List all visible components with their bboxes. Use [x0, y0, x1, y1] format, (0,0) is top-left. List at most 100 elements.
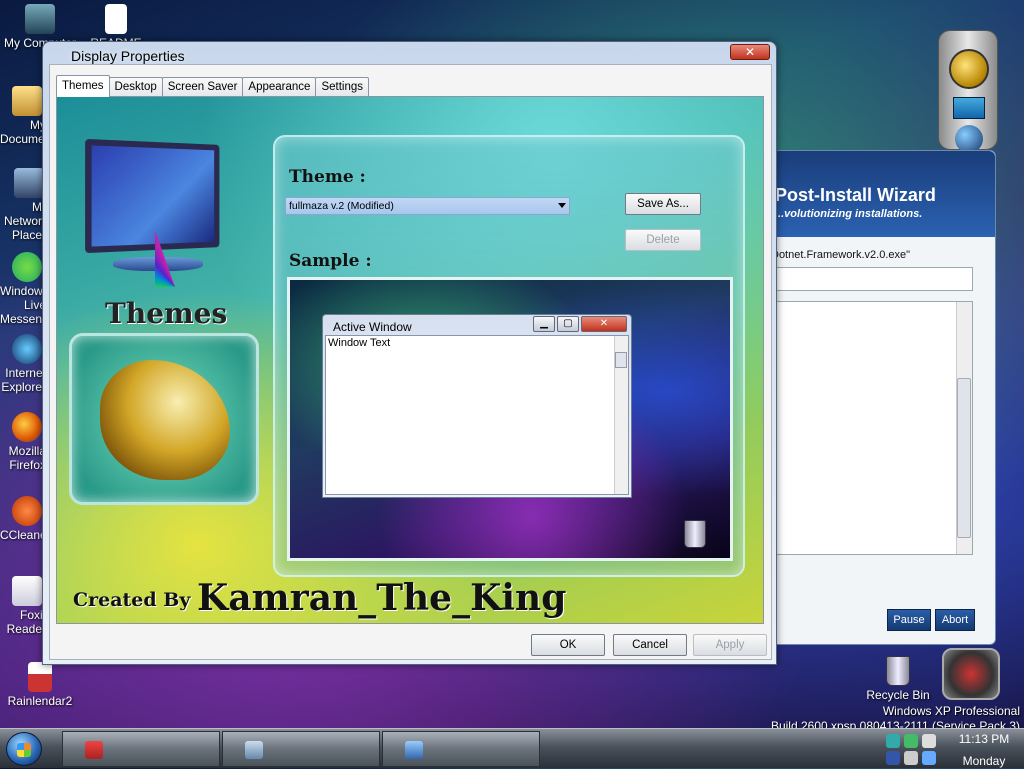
foxit-reader-icon — [12, 576, 42, 606]
folder-icon — [12, 86, 42, 116]
taskbar-clock[interactable]: 11:13 PM Monday — [946, 731, 1022, 768]
theme-sample-preview: Active Window ▁ ▢ ✕ Window Text — [287, 277, 733, 561]
desktop-icon-firefox[interactable]: Mozilla Firefox — [0, 412, 46, 472]
sample-window-title: Active Window — [333, 320, 412, 334]
firefox-icon — [12, 412, 42, 442]
sample-window-text-area: Window Text — [325, 335, 629, 495]
taskbar-button-app-1[interactable] — [62, 731, 220, 767]
recycle-bin-icon — [684, 520, 706, 548]
desktop-icon-network-places[interactable]: My Network Places — [0, 168, 48, 242]
desktop-icon-internet-explorer[interactable]: Internet Explorer — [0, 334, 46, 394]
tab-desktop[interactable]: Desktop — [108, 77, 163, 97]
volume-icon[interactable] — [922, 734, 936, 748]
wizard-header: Post-Install Wizard ...volutionizing ins… — [741, 151, 995, 237]
sample-scrollbar — [614, 336, 628, 494]
credit-name: Kamran_The_King — [197, 577, 567, 619]
desktop-icon-label: My Documents — [0, 118, 46, 146]
close-button[interactable]: ✕ — [730, 44, 770, 60]
tray-app-icon[interactable] — [904, 734, 918, 748]
eagle-logo-panel — [69, 333, 259, 505]
computer-icon — [25, 4, 55, 34]
credit-prefix: Created By — [73, 589, 191, 611]
tray-app-icon[interactable] — [904, 751, 918, 765]
save-as-button[interactable]: Save As... — [625, 193, 701, 215]
apply-button[interactable]: Apply — [693, 634, 767, 656]
desktop-icon-live-messenger[interactable]: Windows Live Messenger — [0, 252, 46, 326]
toolbox-icon — [85, 741, 103, 759]
wizard-subtitle: ...volutionizing installations. — [775, 208, 923, 220]
desktop-icon-my-documents[interactable]: My Documents — [0, 86, 46, 146]
desktop-icon-label: My Network Places — [3, 200, 48, 242]
dialog-body: Themes Desktop Screen Saver Appearance S… — [49, 64, 772, 660]
tray-app-icon[interactable] — [886, 751, 900, 765]
wizard-title: Post-Install Wizard — [775, 185, 936, 205]
delete-button[interactable]: Delete — [625, 229, 701, 251]
sample-window-text: Window Text — [328, 337, 391, 349]
eagle-logo-icon — [949, 49, 989, 89]
post-install-wizard-window: Post-Install Wizard ...volutionizing ins… — [740, 150, 996, 645]
desktop-icon-label: Rainlendar2 — [7, 694, 73, 708]
theme-label: Theme : — [289, 167, 366, 187]
os-version-line1: Windows XP Professional — [882, 704, 1020, 718]
chevron-down-icon[interactable] — [558, 203, 566, 208]
tray-app-icon[interactable] — [886, 734, 900, 748]
tab-settings[interactable]: Settings — [315, 77, 370, 97]
taskbar: 11:13 PM Monday — [0, 728, 1024, 768]
maximize-icon: ▢ — [557, 316, 579, 332]
installer-icon — [405, 741, 423, 759]
desktop-icon-label: CCleaner — [0, 528, 46, 542]
sidebar-gadget — [938, 30, 998, 153]
taskbar-button-app-2[interactable] — [222, 731, 380, 767]
minimize-icon: ▁ — [533, 316, 555, 332]
ok-button[interactable]: OK — [531, 634, 605, 656]
document-icon — [105, 4, 127, 34]
wizard-current-file: Dotnet.Framework.v2.0.exe" — [771, 249, 911, 261]
desktop-icon-label: Internet Explorer — [1, 366, 46, 394]
credit-label: Created By Kamran_The_King — [73, 577, 566, 619]
network-icon — [14, 168, 44, 198]
network-icon[interactable] — [922, 751, 936, 765]
calendar-icon — [28, 662, 52, 692]
display-properties-icon — [245, 741, 263, 759]
theme-dropdown-value: fullmaza v.2 (Modified) — [289, 200, 394, 212]
lion-gadget-icon — [942, 648, 1000, 700]
desktop-icon-ccleaner[interactable]: CCleaner — [0, 496, 46, 542]
window-title: Display Properties — [71, 48, 185, 64]
desktop-icon-label: Foxit Reader — [6, 608, 46, 636]
wizard-abort-button[interactable]: Abort — [935, 609, 975, 631]
desktop-icon-label: Mozilla Firefox — [8, 444, 46, 472]
tab-themes[interactable]: Themes — [56, 75, 110, 97]
clock-time: 11:13 PM — [958, 732, 1010, 746]
windows-logo-icon — [17, 743, 31, 757]
tab-strip: Themes Desktop Screen Saver Appearance S… — [56, 75, 370, 97]
globe-icon — [955, 125, 983, 153]
ccleaner-icon — [12, 496, 42, 526]
themes-side-label: Themes — [105, 297, 228, 330]
theme-settings-panel: Theme : fullmaza v.2 (Modified) Save As.… — [273, 135, 745, 577]
wizard-log-scroll-thumb[interactable] — [957, 378, 971, 538]
wizard-log-scrollbar[interactable] — [956, 302, 972, 554]
eagle-logo-icon — [100, 360, 230, 480]
themes-tab-pane: Themes Created By Kamran_The_King Theme … — [56, 96, 764, 624]
sample-label: Sample : — [289, 251, 372, 271]
wizard-log-list[interactable] — [775, 301, 973, 555]
sample-scroll-thumb — [615, 352, 627, 368]
monitor-icon — [953, 97, 985, 119]
display-properties-window: Display Properties ✕ Themes Desktop Scre… — [42, 41, 777, 665]
tab-appearance[interactable]: Appearance — [242, 77, 317, 97]
theme-dropdown[interactable]: fullmaza v.2 (Modified) — [285, 197, 570, 215]
start-button[interactable] — [6, 732, 42, 766]
recycle-bin-icon — [886, 656, 910, 686]
sample-active-window: Active Window ▁ ▢ ✕ Window Text — [322, 314, 632, 498]
internet-explorer-icon — [12, 334, 42, 364]
desktop-icon-rainlendar[interactable]: Rainlendar2 — [0, 662, 80, 708]
tab-screen-saver[interactable]: Screen Saver — [161, 77, 244, 97]
close-icon: ✕ — [581, 316, 627, 332]
wizard-pause-button[interactable]: Pause — [887, 609, 931, 631]
clock-day: Monday — [962, 754, 1006, 768]
color-palette-icon — [155, 207, 255, 287]
desktop-icon-foxit-reader[interactable]: Foxit Reader — [0, 576, 46, 636]
taskbar-button-app-3[interactable] — [382, 731, 540, 767]
cancel-button[interactable]: Cancel — [613, 634, 687, 656]
desktop-icon-recycle-bin[interactable]: Recycle Bin — [862, 656, 934, 702]
